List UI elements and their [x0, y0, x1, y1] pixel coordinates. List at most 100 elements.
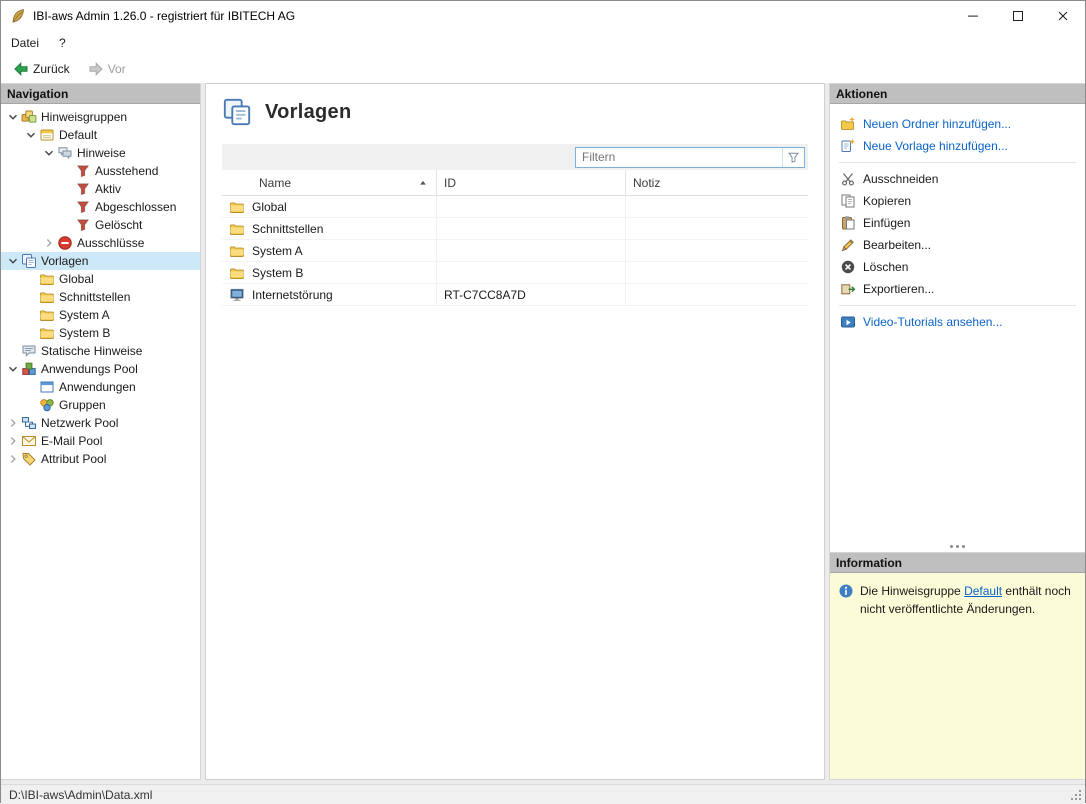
data-file-path: D:\IBI-aws\Admin\Data.xml: [9, 788, 152, 802]
table-row[interactable]: Schnittstellen: [222, 218, 808, 240]
chevron-down-icon[interactable]: [5, 253, 21, 269]
info-icon: [838, 583, 854, 599]
splitter-dots-icon: [956, 545, 959, 548]
table-row[interactable]: Internetstörung RT-C7CC8A7D: [222, 284, 808, 306]
nav-item-email-pool[interactable]: E-Mail Pool: [1, 432, 200, 450]
filter-icon: [75, 199, 91, 215]
minimize-icon: [965, 8, 981, 24]
nav-item-aktiv[interactable]: Aktiv: [1, 180, 200, 198]
menu-datei[interactable]: Datei: [1, 31, 49, 55]
resize-grip[interactable]: [1069, 788, 1081, 800]
delete-icon: [840, 259, 856, 275]
action-copy[interactable]: Kopieren: [830, 190, 1085, 212]
content-panel: Vorlagen Name ID Notiz Global: [205, 83, 825, 780]
nav-item-schnittstellen[interactable]: Schnittstellen: [1, 288, 200, 306]
folder-icon: [39, 271, 55, 287]
nav-item-netzwerk-pool[interactable]: Netzwerk Pool: [1, 414, 200, 432]
tree-indent-spacer: [59, 163, 75, 179]
anwendungen-icon: [39, 379, 55, 395]
action-paste[interactable]: Einfügen: [830, 212, 1085, 234]
statische-hinweise-icon: [21, 343, 37, 359]
tree-indent-spacer: [5, 343, 21, 359]
funnel-icon: [787, 151, 800, 164]
nav-item-statische-hinweise[interactable]: Statische Hinweise: [1, 342, 200, 360]
actions-separator: [839, 305, 1076, 306]
nav-item-hinweisgruppen[interactable]: Hinweisgruppen: [1, 108, 200, 126]
chevron-right-icon[interactable]: [5, 415, 21, 431]
nav-item-anwendungs-pool[interactable]: Anwendungs Pool: [1, 360, 200, 378]
column-header-notiz[interactable]: Notiz: [625, 170, 808, 195]
default-group-link[interactable]: Default: [964, 584, 1002, 598]
nav-item-system-b[interactable]: System B: [1, 324, 200, 342]
actions-separator: [839, 162, 1076, 163]
back-button[interactable]: Zurück: [6, 59, 77, 79]
filter-icon: [75, 163, 91, 179]
nav-item-attribut-pool[interactable]: Attribut Pool: [1, 450, 200, 468]
chevron-down-icon[interactable]: [5, 109, 21, 125]
nav-item-system-a[interactable]: System A: [1, 306, 200, 324]
video-icon: [840, 314, 856, 330]
minimize-button[interactable]: [950, 1, 995, 31]
nav-item-global[interactable]: Global: [1, 270, 200, 288]
sort-asc-icon: [418, 178, 428, 188]
action-new-template[interactable]: Neue Vorlage hinzufügen...: [830, 135, 1085, 157]
tree-indent-spacer: [59, 217, 75, 233]
action-cut[interactable]: Ausschneiden: [830, 168, 1085, 190]
column-header-id[interactable]: ID: [436, 170, 625, 195]
nav-item-vorlagen[interactable]: Vorlagen: [1, 252, 200, 270]
maximize-button[interactable]: [995, 1, 1040, 31]
chevron-down-icon[interactable]: [23, 127, 39, 143]
vorlagen-icon: [222, 97, 252, 127]
nav-item-gruppen[interactable]: Gruppen: [1, 396, 200, 414]
table-row[interactable]: Global: [222, 196, 808, 218]
table-row[interactable]: System A: [222, 240, 808, 262]
navigation-panel: Navigation Hinweisgruppen Default Hinwei…: [1, 83, 201, 780]
paste-icon: [840, 215, 856, 231]
gruppen-icon: [39, 397, 55, 413]
chevron-right-icon[interactable]: [41, 235, 57, 251]
folder-icon: [229, 221, 245, 237]
tree-indent-spacer: [23, 379, 39, 395]
vorlagen-icon: [21, 253, 37, 269]
chevron-right-icon[interactable]: [5, 451, 21, 467]
nav-item-default[interactable]: Default: [1, 126, 200, 144]
hinweise-icon: [57, 145, 73, 161]
action-export[interactable]: Exportieren...: [830, 278, 1085, 300]
navigation-header: Navigation: [1, 84, 200, 104]
nav-item-geloescht[interactable]: Gelöscht: [1, 216, 200, 234]
action-video-tutorials[interactable]: Video-Tutorials ansehen...: [830, 311, 1085, 333]
nav-item-abgeschlossen[interactable]: Abgeschlossen: [1, 198, 200, 216]
app-icon: [10, 8, 26, 24]
forward-button[interactable]: Vor: [81, 59, 133, 79]
nav-item-hinweise[interactable]: Hinweise: [1, 144, 200, 162]
action-edit[interactable]: Bearbeiten...: [830, 234, 1085, 256]
nav-item-anwendungen[interactable]: Anwendungen: [1, 378, 200, 396]
chevron-right-icon[interactable]: [5, 433, 21, 449]
action-delete[interactable]: Löschen: [830, 256, 1085, 278]
folder-icon: [229, 243, 245, 259]
nav-item-ausschluesse[interactable]: Ausschlüsse: [1, 234, 200, 252]
nav-item-ausstehend[interactable]: Ausstehend: [1, 162, 200, 180]
close-icon: [1055, 8, 1071, 24]
information-header: Information: [830, 553, 1085, 573]
actions-panel: Aktionen Neuen Ordner hinzufügen... Neue…: [829, 83, 1085, 553]
toolbar: Zurück Vor: [1, 55, 1085, 83]
tree-indent-spacer: [59, 199, 75, 215]
chevron-down-icon[interactable]: [41, 145, 57, 161]
action-new-folder[interactable]: Neuen Ordner hinzufügen...: [830, 113, 1085, 135]
filter-funnel-button[interactable]: [782, 148, 804, 167]
filter-input[interactable]: [576, 148, 782, 167]
information-message: Die Hinweisgruppe Default enthält noch n…: [830, 573, 1085, 779]
column-header-name[interactable]: Name: [222, 170, 436, 195]
close-button[interactable]: [1040, 1, 1085, 31]
chevron-down-icon[interactable]: [5, 361, 21, 377]
back-button-label: Zurück: [33, 62, 70, 76]
filter-icon: [75, 217, 91, 233]
titlebar: IBI-aws Admin 1.26.0 - registriert für I…: [1, 1, 1085, 31]
splitter-handle[interactable]: [830, 542, 1085, 551]
tree-indent-spacer: [23, 307, 39, 323]
menu-help[interactable]: ?: [49, 31, 76, 55]
table-row[interactable]: System B: [222, 262, 808, 284]
actions-header: Aktionen: [830, 84, 1085, 104]
filter-band: [222, 144, 808, 170]
